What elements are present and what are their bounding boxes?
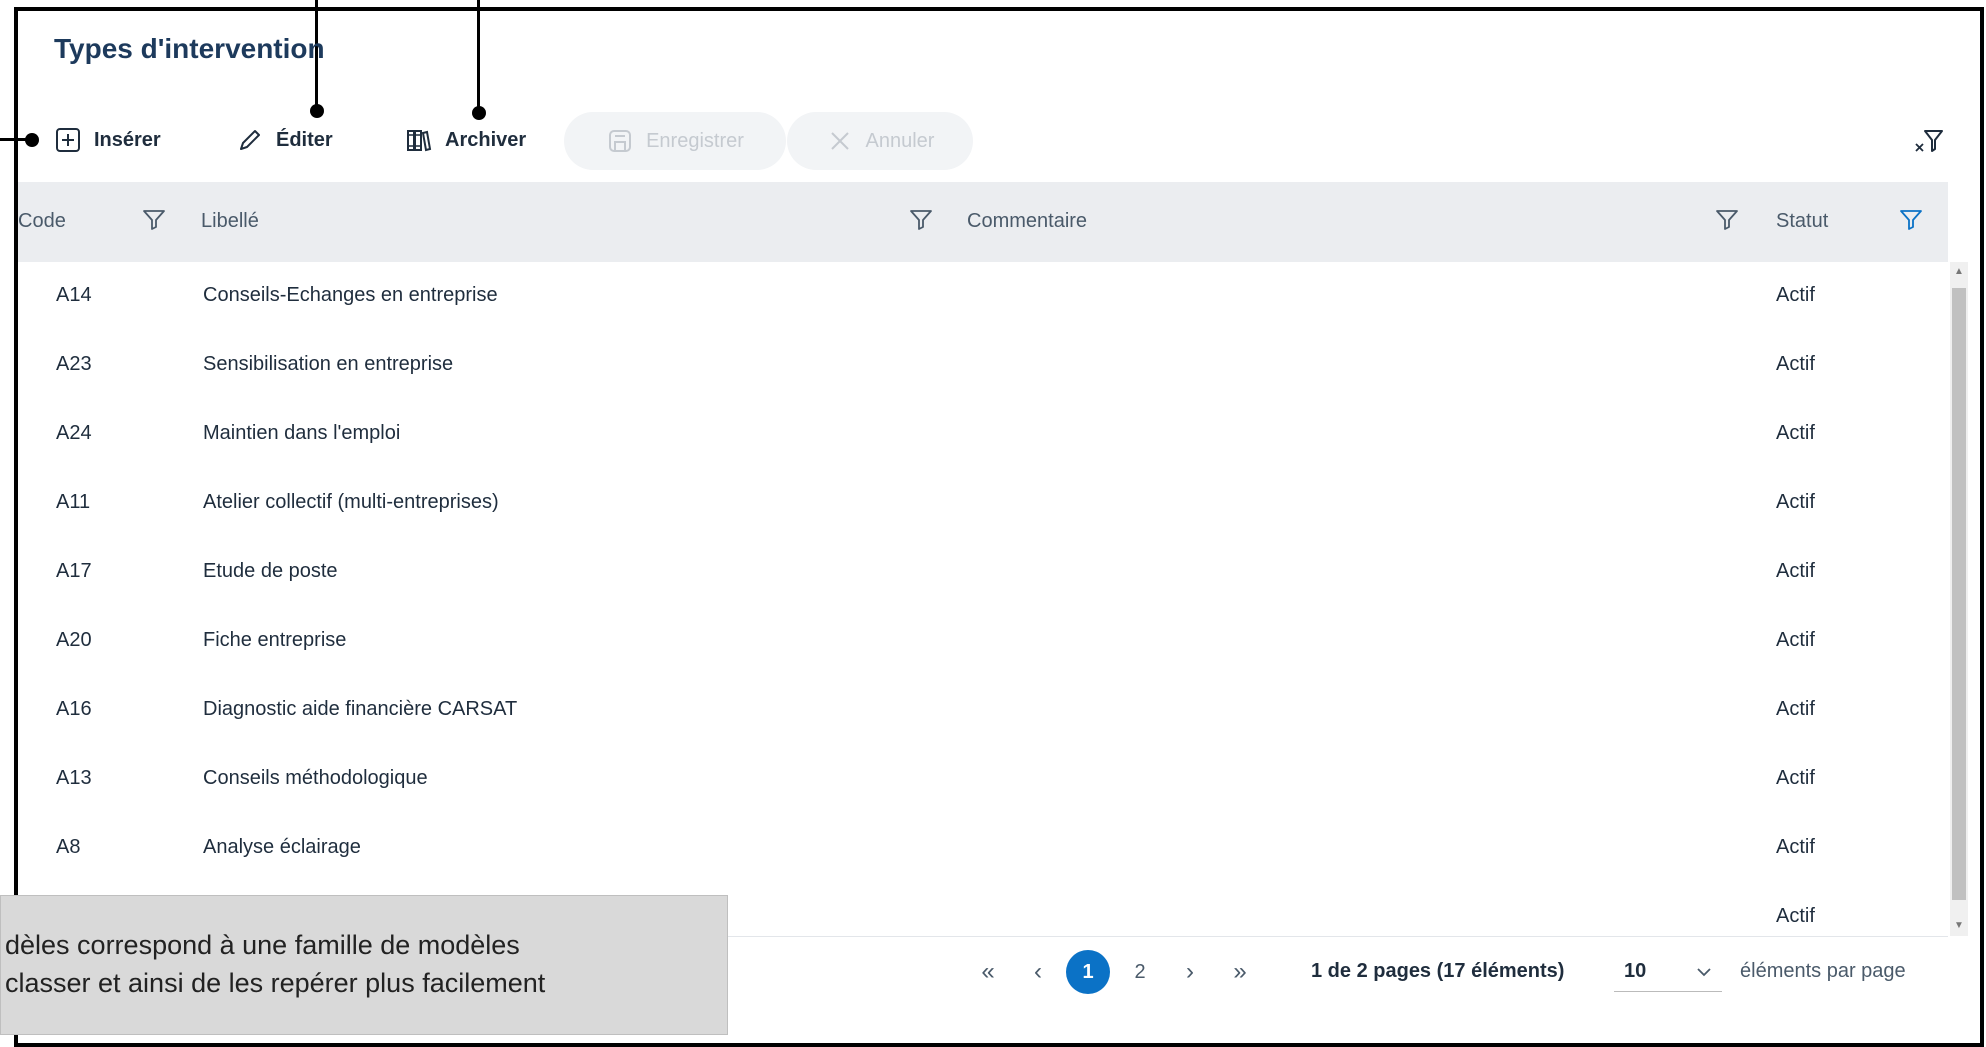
column-header-commentaire[interactable]: Commentaire (967, 210, 1087, 233)
cell-statut: Actif (1776, 353, 1815, 375)
cell-code: A14 (56, 284, 92, 306)
insert-label: Insérer (94, 128, 161, 151)
cell-statut: Actif (1776, 767, 1815, 789)
table-row[interactable]: A13 Conseils méthodologique Actif (18, 745, 1948, 815)
cell-statut: Actif (1776, 905, 1815, 927)
save-button[interactable]: Enregistrer (564, 112, 786, 170)
table-row[interactable]: A14 Conseils-Echanges en entreprise Acti… (18, 262, 1948, 332)
page-title: Types d'intervention (54, 33, 325, 64)
close-icon (830, 132, 849, 150)
next-page-button[interactable]: › (1168, 950, 1212, 994)
edit-label: Éditer (276, 128, 333, 151)
save-icon (609, 130, 632, 152)
filter-icon[interactable] (141, 206, 167, 232)
page-size-value: 10 (1624, 960, 1647, 982)
page-2-button[interactable]: 2 (1118, 950, 1162, 994)
per-page-label: éléments par page (1740, 960, 1906, 982)
annotation-callout: dèles correspond à une famille de modèle… (0, 895, 728, 1035)
column-header-code[interactable]: Code (18, 210, 66, 233)
annotation-line-archive (477, 0, 480, 110)
scrollbar-thumb[interactable] (1952, 288, 1966, 900)
table-row[interactable]: A24 Maintien dans l'emploi Actif (18, 400, 1948, 470)
cell-statut: Actif (1776, 560, 1815, 582)
last-page-button[interactable]: » (1218, 950, 1262, 994)
cell-libelle: Fiche entreprise (203, 629, 347, 651)
filter-icon[interactable] (908, 206, 934, 232)
annotation-dot-insert (25, 133, 39, 147)
callout-line-1: dèles correspond à une famille de modèle… (5, 930, 520, 960)
archive-label: Archiver (445, 128, 527, 151)
table-row[interactable]: A8 Analyse éclairage Actif (18, 814, 1948, 884)
cell-statut: Actif (1776, 284, 1815, 306)
cell-statut: Actif (1776, 422, 1815, 444)
cell-libelle: Maintien dans l'emploi (203, 422, 401, 444)
cell-code: A23 (56, 353, 92, 375)
scroll-up-arrow-icon[interactable]: ▲ (1950, 262, 1968, 282)
column-header-libelle[interactable]: Libellé (201, 210, 259, 233)
cell-libelle: Sensibilisation en entreprise (203, 353, 454, 375)
cell-libelle: Analyse éclairage (203, 836, 361, 858)
edit-button[interactable]: Éditer (236, 122, 333, 158)
vertical-scrollbar[interactable]: ▲ ▼ (1950, 262, 1968, 936)
plus-square-icon (56, 128, 80, 152)
cell-statut: Actif (1776, 491, 1815, 513)
cell-libelle: Etude de poste (203, 560, 338, 582)
scroll-down-arrow-icon[interactable]: ▼ (1950, 916, 1968, 936)
callout-line-2: classer et ainsi de les repérer plus fac… (5, 968, 546, 998)
cell-code: A24 (56, 422, 92, 444)
table-row[interactable]: A23 Sensibilisation en entreprise Actif (18, 331, 1948, 401)
cancel-label: Annuler (865, 129, 935, 152)
annotation-dot-edit (310, 104, 324, 118)
cell-libelle: Conseils-Echanges en entreprise (203, 284, 498, 306)
previous-page-button[interactable]: ‹ (1016, 950, 1060, 994)
cell-code: A11 (56, 491, 91, 513)
table-row[interactable]: A16 Diagnostic aide financière CARSAT Ac… (18, 676, 1948, 746)
insert-button[interactable]: Insérer (54, 122, 161, 158)
page-1-button[interactable]: 1 (1066, 950, 1110, 994)
cell-code: A20 (56, 629, 92, 651)
filter-icon-active[interactable] (1898, 206, 1924, 232)
cell-statut: Actif (1776, 698, 1815, 720)
cell-code: A8 (56, 836, 81, 858)
clear-filter-icon[interactable] (1914, 126, 1944, 156)
table-header: Code Libellé Commentaire Statut (18, 182, 1948, 263)
cancel-button[interactable]: Annuler (787, 112, 973, 170)
cell-libelle: Diagnostic aide financière CARSAT (203, 698, 518, 720)
annotation-dot-archive (472, 106, 486, 120)
table-row[interactable]: A17 Etude de poste Actif (18, 538, 1948, 608)
page-size-select[interactable]: 10 (1614, 952, 1722, 992)
cell-code: A13 (56, 767, 92, 789)
pencil-icon (240, 130, 260, 150)
cell-statut: Actif (1776, 836, 1815, 858)
page-info: 1 de 2 pages (17 éléments) (1311, 960, 1565, 982)
chevron-down-icon (1697, 967, 1711, 976)
first-page-button[interactable]: « (966, 950, 1010, 994)
table-row[interactable]: A11 Atelier collectif (multi-entreprises… (18, 469, 1948, 539)
filter-icon[interactable] (1714, 206, 1740, 232)
save-label: Enregistrer (646, 129, 744, 152)
cell-code: A16 (56, 698, 92, 720)
cell-statut: Actif (1776, 629, 1815, 651)
table-row[interactable]: A20 Fiche entreprise Actif (18, 607, 1948, 677)
archive-button[interactable]: Archiver (405, 122, 526, 158)
cell-libelle: Atelier collectif (multi-entreprises) (203, 491, 499, 513)
column-header-statut[interactable]: Statut (1776, 210, 1828, 233)
books-icon (407, 130, 432, 152)
cell-code: A17 (56, 560, 92, 582)
cell-libelle: Conseils méthodologique (203, 767, 428, 789)
